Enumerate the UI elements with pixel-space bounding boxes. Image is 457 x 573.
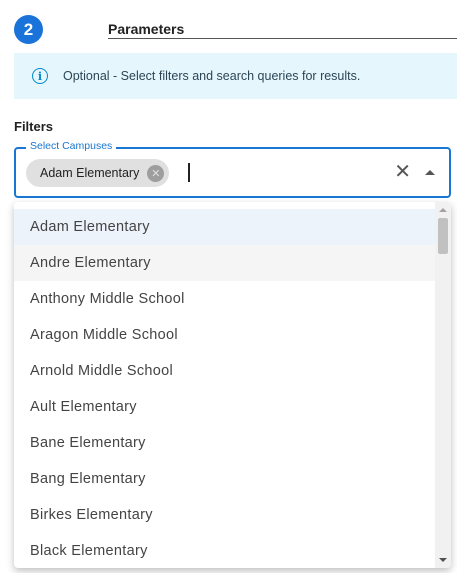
info-alert: i Optional - Select filters and search q… [14,53,457,99]
parameters-heading: Parameters [108,21,185,37]
chip-label: Adam Elementary [40,166,140,180]
select-campuses-label: Select Campuses [26,140,117,152]
collapse-dropdown-icon[interactable] [425,170,435,175]
step-number-badge: 2 [14,15,43,44]
scroll-up-arrow-icon[interactable] [439,208,447,212]
campus-option[interactable]: Ault Elementary [14,389,435,425]
chip-remove-icon[interactable]: ✕ [147,164,165,182]
campus-option[interactable]: Andre Elementary [14,245,435,281]
campus-option[interactable]: Anthony Middle School [14,281,435,317]
filters-heading: Filters [14,119,54,134]
campus-options-list: Adam Elementary Andre Elementary Anthony M… [14,209,435,568]
campus-option[interactable]: Bane Elementary [14,425,435,461]
dropdown-scrollbar[interactable] [435,202,451,568]
parameters-divider [108,38,457,39]
info-alert-text: Optional - Select filters and search que… [63,69,361,83]
clear-selection-icon[interactable]: ✕ [394,160,411,184]
select-campuses-field[interactable]: Select Campuses Adam Elementary ✕ ✕ [14,140,451,198]
info-icon: i [32,68,48,84]
campus-options-dropdown[interactable]: Adam Elementary Andre Elementary Anthony M… [14,202,451,568]
selected-campus-chip[interactable]: Adam Elementary ✕ [26,159,170,187]
campus-option[interactable]: Black Elementary [14,533,435,568]
campus-option[interactable]: Aragon Middle School [14,317,435,353]
campus-option[interactable]: Arnold Middle School [14,353,435,389]
scroll-down-arrow-icon[interactable] [439,558,447,562]
campus-option[interactable]: Birkes Elementary [14,497,435,533]
campus-option[interactable]: Bang Elementary [14,461,435,497]
text-cursor[interactable] [188,163,190,182]
campus-option[interactable]: Adam Elementary [14,209,435,245]
scrollbar-thumb[interactable] [438,218,448,254]
